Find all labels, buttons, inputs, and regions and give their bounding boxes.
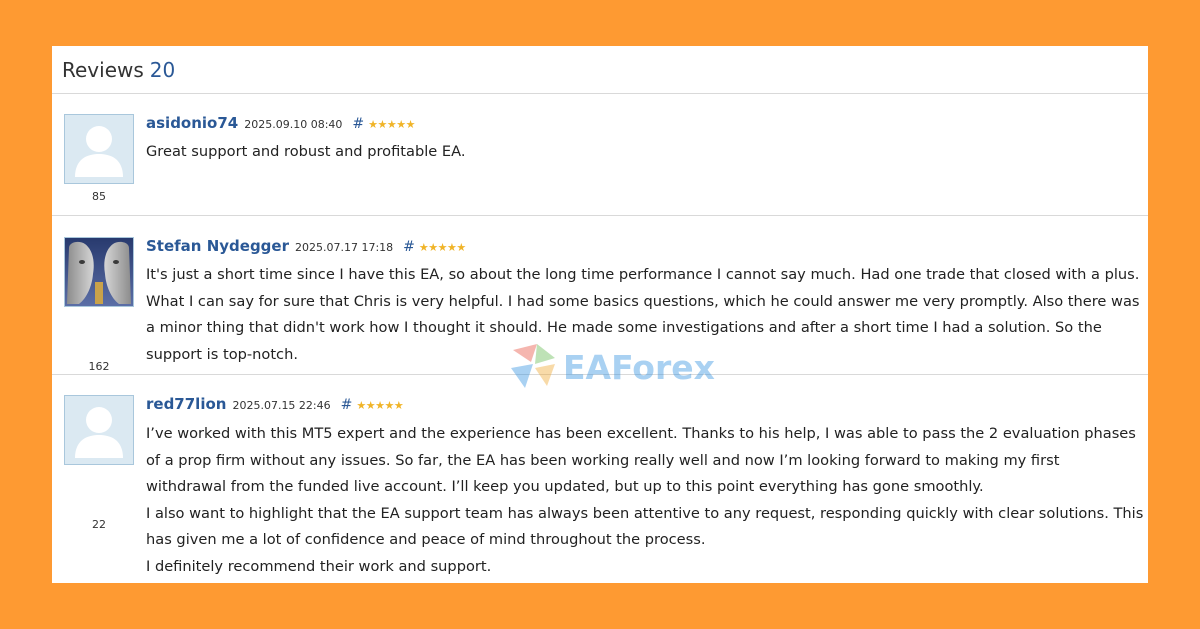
review-paragraph: I also want to highlight that the EA sup…: [146, 504, 1144, 549]
review-date: 2025.07.15 22:46: [232, 399, 331, 412]
review-text: I’ve worked with this MT5 expert and the…: [146, 421, 1144, 580]
review-text: Great support and robust and profitable …: [146, 139, 1144, 166]
review-item: 85 asidonio74 2025.09.10 08:40 # ★★★★★ G…: [52, 94, 1148, 215]
review-permalink[interactable]: #: [352, 116, 364, 132]
star-rating-icon: ★★★★★: [368, 118, 415, 131]
review-permalink[interactable]: #: [341, 397, 353, 413]
review-item: 162 Stefan Nydegger 2025.07.17 17:18 # ★…: [52, 215, 1148, 374]
star-rating-icon: ★★★★★: [418, 241, 466, 254]
review-paragraph: I’ve worked with this MT5 expert and the…: [146, 425, 1136, 495]
review-date: 2025.09.10 08:40: [244, 118, 343, 131]
author-link[interactable]: asidonio74: [146, 114, 238, 132]
review-paragraph: It's just a short time since I have this…: [146, 266, 1140, 363]
user-avatar-icon[interactable]: [64, 395, 134, 465]
review-meta: asidonio74 2025.09.10 08:40 # ★★★★★: [146, 114, 415, 132]
reviews-count[interactable]: 20: [150, 58, 175, 82]
review-permalink[interactable]: #: [403, 239, 415, 255]
author-link[interactable]: Stefan Nydegger: [146, 237, 289, 255]
review-paragraph: I definitely recommend their work and su…: [146, 557, 492, 575]
user-avatar-icon[interactable]: [64, 114, 134, 184]
author-rating: 85: [92, 190, 106, 203]
star-rating-icon: ★★★★★: [356, 399, 404, 412]
reviews-title: Reviews: [62, 57, 144, 82]
author-rating: 162: [88, 360, 110, 373]
user-avatar-icon[interactable]: [64, 237, 134, 307]
reviews-header: Reviews 20: [52, 46, 1148, 94]
review-text: It's just a short time since I have this…: [146, 262, 1144, 368]
reviews-panel: Reviews 20 85 asidonio74 2025.09.10 08:4…: [52, 46, 1148, 583]
review-meta: red77lion 2025.07.15 22:46 # ★★★★★: [146, 395, 404, 413]
review-meta: Stefan Nydegger 2025.07.17 17:18 # ★★★★★: [146, 237, 466, 255]
review-item: 22 red77lion 2025.07.15 22:46 # ★★★★★ I’…: [52, 374, 1148, 583]
review-paragraph: Great support and robust and profitable …: [146, 143, 466, 160]
review-date: 2025.07.17 17:18: [294, 241, 394, 254]
author-link[interactable]: red77lion: [146, 395, 226, 413]
author-rating: 22: [92, 518, 106, 531]
